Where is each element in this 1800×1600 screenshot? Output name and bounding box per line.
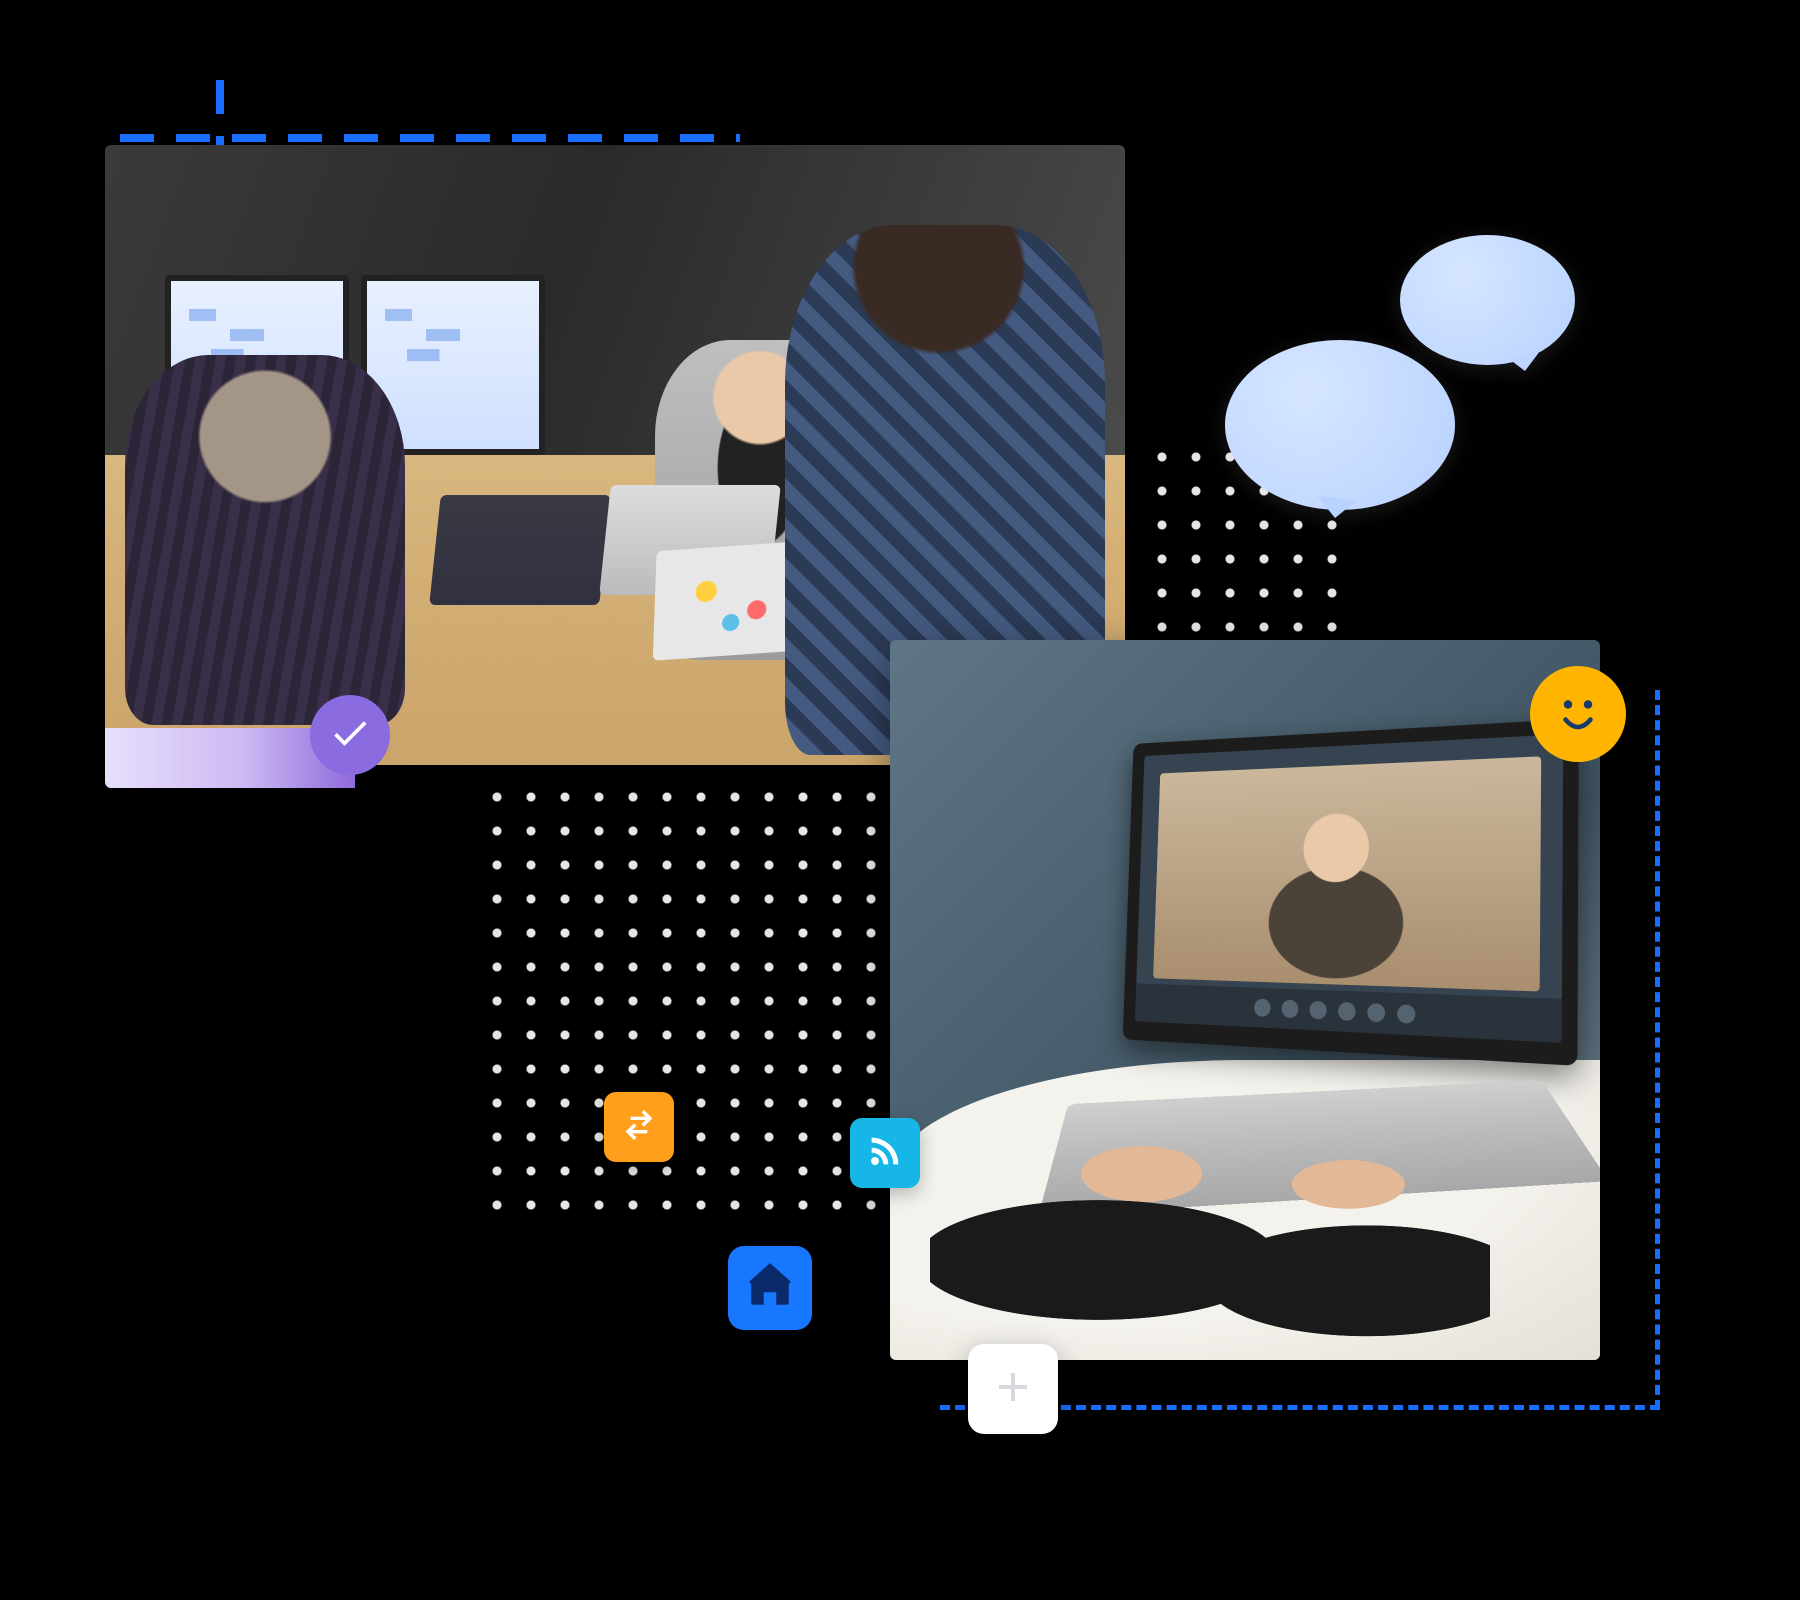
table-laptops <box>435 465 775 605</box>
plus-tile <box>968 1344 1058 1434</box>
check-badge <box>310 695 390 775</box>
plus-icon <box>989 1363 1037 1416</box>
swap-tile <box>604 1092 674 1162</box>
speech-bubble-large-icon <box>1225 340 1455 510</box>
composition-canvas <box>100 50 1700 1550</box>
check-icon <box>328 711 372 760</box>
home-icon <box>745 1261 795 1316</box>
rss-icon <box>865 1131 905 1176</box>
video-call-window <box>1153 756 1541 991</box>
swap-arrows-icon <box>619 1105 659 1150</box>
person-left <box>125 355 405 725</box>
speech-bubble-small-icon <box>1400 235 1575 365</box>
smiley-badge <box>1530 666 1626 762</box>
smiley-icon <box>1548 682 1608 747</box>
laptop-video-call-photo <box>890 640 1600 1360</box>
laptop-display <box>1123 719 1579 1066</box>
video-call-toolbar <box>1135 983 1562 1042</box>
home-tile <box>728 1246 812 1330</box>
rss-tile <box>850 1118 920 1188</box>
jacket-sleeves <box>930 1130 1490 1360</box>
dot-grid-center <box>480 780 910 1210</box>
